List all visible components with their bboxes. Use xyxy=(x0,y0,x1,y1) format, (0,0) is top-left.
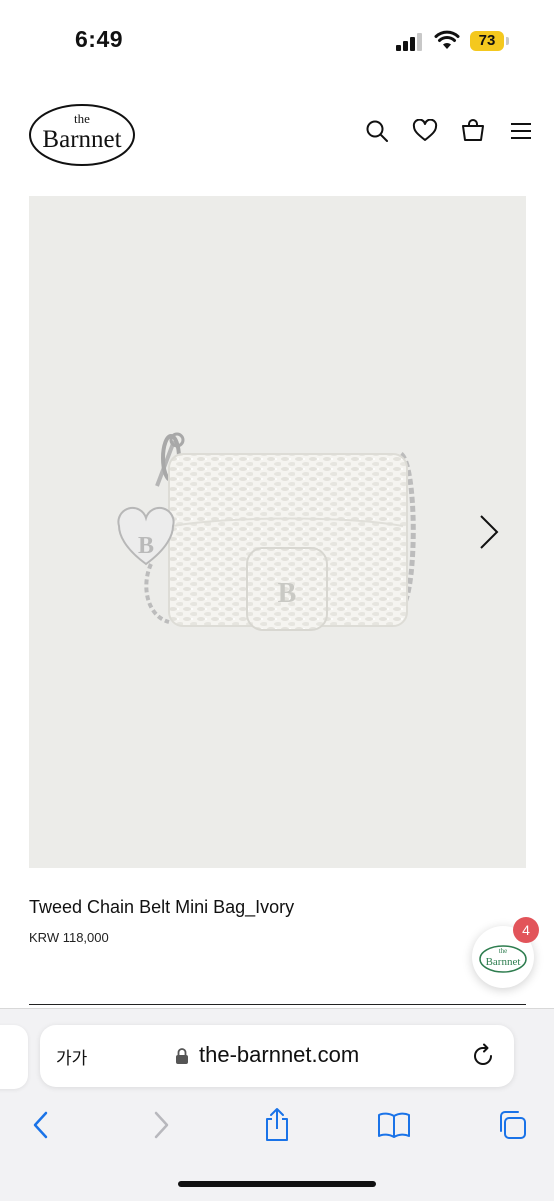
svg-text:B: B xyxy=(138,533,154,559)
section-divider xyxy=(29,1004,526,1005)
browser-bottom-bar: 가가 the-barnnet.com xyxy=(0,1008,554,1201)
tabs-icon[interactable] xyxy=(490,1103,534,1147)
previous-tab-stub[interactable] xyxy=(0,1025,28,1089)
cellular-signal-icon xyxy=(396,33,422,51)
product-price: KRW 118,000 xyxy=(29,930,109,945)
next-image-chevron-icon[interactable] xyxy=(470,510,506,554)
the-barnnet-logo[interactable]: the Barnnet xyxy=(28,97,136,167)
svg-text:Barnnet: Barnnet xyxy=(42,126,121,153)
wishlist-heart-icon[interactable] xyxy=(410,116,440,146)
search-icon[interactable] xyxy=(362,116,392,146)
bookmarks-icon[interactable] xyxy=(372,1103,416,1147)
site-header: the Barnnet xyxy=(0,90,554,180)
svg-text:B: B xyxy=(278,578,297,609)
notification-count-badge: 4 xyxy=(513,917,539,943)
lock-icon xyxy=(176,1048,188,1064)
forward-icon[interactable] xyxy=(139,1103,183,1147)
url-text[interactable]: the-barnnet.com xyxy=(199,1042,359,1068)
status-bar: 6:49 73 xyxy=(0,0,554,80)
reload-icon[interactable] xyxy=(470,1043,496,1069)
address-bar[interactable]: 가가 the-barnnet.com xyxy=(40,1025,514,1087)
battery-icon: 73 xyxy=(470,31,510,51)
product-image[interactable]: B B xyxy=(29,196,526,868)
svg-text:the: the xyxy=(74,111,90,126)
tweed-mini-bag-image: B B xyxy=(117,432,416,631)
status-time: 6:49 xyxy=(75,26,124,52)
home-indicator xyxy=(178,1181,376,1187)
hamburger-menu-icon[interactable] xyxy=(506,116,536,146)
product-title: Tweed Chain Belt Mini Bag_Ivory xyxy=(29,897,295,917)
back-icon[interactable] xyxy=(19,1103,63,1147)
share-icon[interactable] xyxy=(255,1103,299,1147)
text-size-button[interactable]: 가가 xyxy=(56,1044,87,1069)
svg-text:the: the xyxy=(499,947,508,955)
shopping-bag-icon[interactable] xyxy=(458,116,488,146)
battery-level: 73 xyxy=(470,31,504,51)
browser-toolbar xyxy=(0,1103,554,1147)
wifi-icon xyxy=(434,30,460,49)
the-barnnet-mini-logo: the Barnnet xyxy=(479,945,527,973)
svg-text:Barnnet: Barnnet xyxy=(486,956,521,968)
